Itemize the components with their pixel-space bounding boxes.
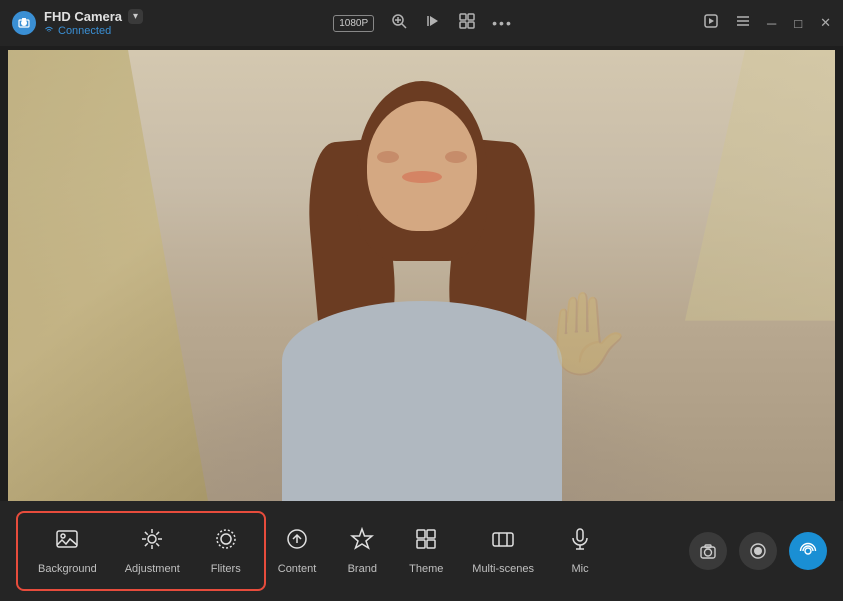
window-controls: ─ □ ✕ — [767, 15, 831, 31]
filters-icon — [214, 527, 238, 557]
tools-container: Background Adjustment — [16, 511, 669, 591]
tool-filters[interactable]: Fliters — [196, 519, 256, 583]
multi-scenes-label: Multi-scenes — [472, 563, 534, 575]
theme-icon — [414, 527, 438, 557]
face — [367, 101, 477, 231]
bottom-bar: Background Adjustment — [0, 501, 843, 601]
brand-label: Brand — [348, 563, 377, 575]
play-icon[interactable] — [703, 13, 719, 34]
title-dropdown-button[interactable]: ▾ — [128, 9, 143, 24]
connected-label: Connected — [58, 25, 111, 37]
video-feed: ✋ — [8, 50, 835, 501]
more-icon[interactable]: ••• — [492, 15, 513, 31]
titlebar: FHD Camera ▾ Connected 1080P — [0, 0, 843, 46]
titlebar-left: FHD Camera ▾ Connected — [12, 9, 143, 37]
close-button[interactable]: ✕ — [820, 15, 831, 31]
tool-adjustment[interactable]: Adjustment — [113, 519, 192, 583]
app-title-group: FHD Camera ▾ Connected — [44, 9, 143, 37]
zoom-in-icon[interactable] — [390, 12, 408, 35]
multi-scenes-icon — [491, 527, 515, 557]
background-icon — [55, 527, 79, 557]
titlebar-center: 1080P ••• — [333, 12, 513, 35]
layout-icon[interactable] — [458, 12, 476, 35]
tool-mic[interactable]: Mic — [550, 519, 610, 583]
record-button[interactable] — [739, 532, 777, 570]
mic-label: Mic — [571, 563, 588, 575]
tool-brand[interactable]: Brand — [332, 519, 392, 583]
app-title: FHD Camera — [44, 9, 122, 24]
content-label: Content — [278, 563, 317, 575]
minimize-button[interactable]: ─ — [767, 16, 776, 31]
right-controls — [669, 532, 827, 570]
mic-icon — [568, 527, 592, 557]
tool-multi-scenes[interactable]: Multi-scenes — [460, 519, 546, 583]
app-icon — [12, 11, 36, 35]
adjustment-label: Adjustment — [125, 563, 180, 575]
camera-snapshot-button[interactable] — [689, 532, 727, 570]
titlebar-right: ─ □ ✕ — [703, 13, 831, 34]
connected-status: Connected — [44, 24, 143, 37]
filters-label: Fliters — [211, 563, 241, 575]
tool-theme[interactable]: Theme — [396, 519, 456, 583]
tool-content[interactable]: Content — [266, 519, 329, 583]
menu-icon[interactable] — [735, 13, 751, 34]
adjustment-icon — [140, 527, 164, 557]
maximize-button[interactable]: □ — [794, 16, 802, 31]
brand-icon — [350, 527, 374, 557]
hoodie — [282, 301, 562, 501]
theme-label: Theme — [409, 563, 443, 575]
plain-tools: Content Brand — [266, 519, 610, 583]
content-icon — [285, 527, 309, 557]
stream-button[interactable] — [789, 532, 827, 570]
tool-background[interactable]: Background — [26, 519, 109, 583]
resolution-badge: 1080P — [333, 15, 374, 32]
waving-hand: ✋ — [535, 287, 635, 381]
grouped-tools: Background Adjustment — [16, 511, 266, 591]
video-area: ✋ — [8, 50, 835, 501]
skip-icon[interactable] — [424, 12, 442, 35]
wifi-icon — [44, 24, 54, 37]
background-label: Background — [38, 563, 97, 575]
